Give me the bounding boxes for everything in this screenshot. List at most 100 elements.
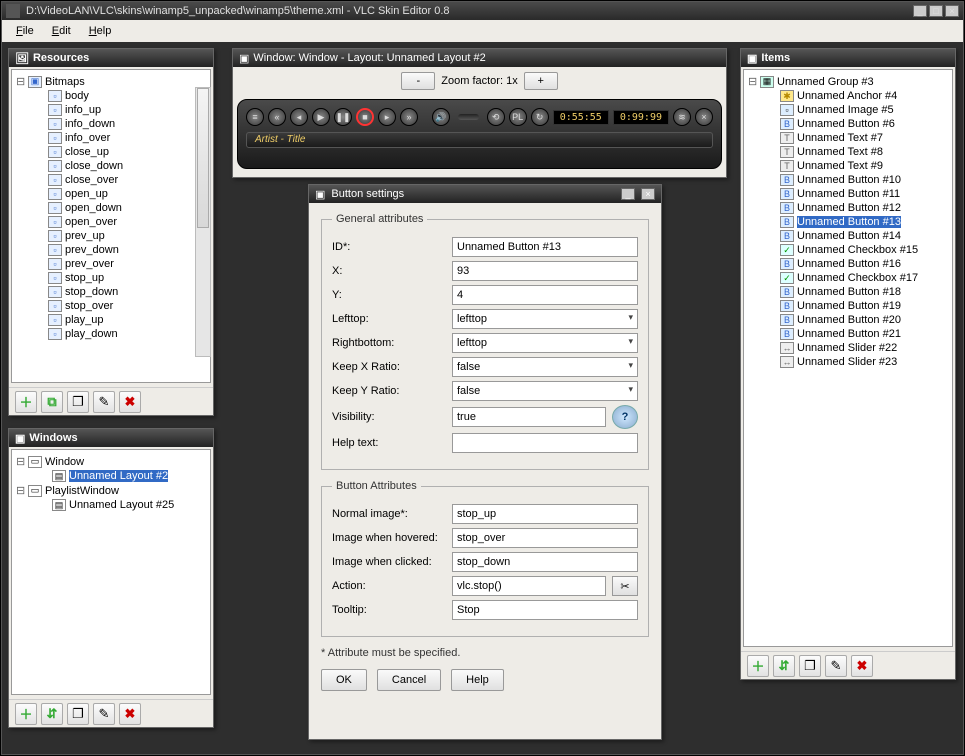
item-node[interactable]: BUnnamed Button #21 <box>748 327 948 341</box>
bitmap-item[interactable]: ▫info_up <box>16 103 206 117</box>
bitmap-item[interactable]: ▫close_down <box>16 159 206 173</box>
pause-icon[interactable]: ❚❚ <box>334 108 352 126</box>
rightbottom-select[interactable]: lefttop <box>452 333 638 353</box>
window-node[interactable]: ▭ Window <box>16 454 206 469</box>
ok-button[interactable]: OK <box>321 669 367 691</box>
layout-node[interactable]: ▤ Unnamed Layout #2 <box>16 469 206 483</box>
action-edit-button[interactable]: ✂ <box>612 576 638 596</box>
keepx-select[interactable]: false <box>452 357 638 377</box>
layout2-node[interactable]: ▤ Unnamed Layout #25 <box>16 498 206 512</box>
bitmap-item[interactable]: ▫play_down <box>16 327 206 341</box>
help-button[interactable]: Help <box>451 669 504 691</box>
menu-icon[interactable]: ≡ <box>246 108 264 126</box>
bitmap-item[interactable]: ▫open_up <box>16 187 206 201</box>
shuffle-icon[interactable]: ⟲ <box>487 108 505 126</box>
preview-title[interactable]: ▣ Window: Window - Layout: Unnamed Layou… <box>233 49 726 67</box>
item-node[interactable]: BUnnamed Button #19 <box>748 299 948 313</box>
bitmap-item[interactable]: ▫close_over <box>16 173 206 187</box>
zoom-in-button[interactable]: + <box>524 72 558 90</box>
item-node[interactable]: TUnnamed Text #8 <box>748 145 948 159</box>
item-node[interactable]: ▫Unnamed Image #5 <box>748 103 948 117</box>
id-input[interactable]: Unnamed Button #13 <box>452 237 638 257</box>
zoom-out-button[interactable]: - <box>401 72 435 90</box>
updown-button[interactable]: ⇵ <box>773 655 795 677</box>
normnormal-input[interactable]: stop_up <box>452 504 638 524</box>
click-input[interactable]: stop_down <box>452 552 638 572</box>
rew-icon[interactable]: « <box>268 108 286 126</box>
y-input[interactable]: 4 <box>452 285 638 305</box>
bitmap-item[interactable]: ▫body <box>16 89 206 103</box>
item-node[interactable]: ↔Unnamed Slider #22 <box>748 341 948 355</box>
add-button[interactable]: ＋ <box>15 391 37 413</box>
dlg-close-button[interactable]: × <box>641 188 655 200</box>
item-node[interactable]: BUnnamed Button #20 <box>748 313 948 327</box>
item-node[interactable]: BUnnamed Button #13 <box>748 215 948 229</box>
item-node[interactable]: BUnnamed Button #11 <box>748 187 948 201</box>
edit-button[interactable]: ✎ <box>93 391 115 413</box>
playlistwindow-node[interactable]: ▭ PlaylistWindow <box>16 483 206 498</box>
skin-preview[interactable]: ≡ « ◂ ▶ ❚❚ ■ ▸ » 🔊 ⟲ PL ↻ 0:55:55 0:99:9… <box>237 99 722 169</box>
item-node[interactable]: TUnnamed Text #7 <box>748 131 948 145</box>
bitmap-item[interactable]: ▫prev_up <box>16 229 206 243</box>
item-node[interactable]: BUnnamed Button #18 <box>748 285 948 299</box>
resources-tree[interactable]: ▣ Bitmaps ▫body▫info_up▫info_down▫info_o… <box>11 69 211 383</box>
copy-button[interactable]: ❐ <box>67 703 89 725</box>
group-root[interactable]: ▦ Unnamed Group #3 <box>748 74 948 89</box>
bitmap-item[interactable]: ▫open_down <box>16 201 206 215</box>
keepy-select[interactable]: false <box>452 381 638 401</box>
item-node[interactable]: BUnnamed Button #10 <box>748 173 948 187</box>
lefttop-select[interactable]: lefttop <box>452 309 638 329</box>
bitmap-item[interactable]: ▫prev_down <box>16 243 206 257</box>
vol-icon[interactable]: 🔊 <box>432 108 450 126</box>
close-skin-icon[interactable]: × <box>695 108 713 126</box>
tooltip-input[interactable]: Stop <box>452 600 638 620</box>
pl-icon[interactable]: PL <box>509 108 527 126</box>
bitmap-item[interactable]: ▫stop_over <box>16 299 206 313</box>
bitmap-item[interactable]: ▫prev_over <box>16 257 206 271</box>
bitmap-item[interactable]: ▫stop_down <box>16 285 206 299</box>
cancel-button[interactable]: Cancel <box>377 669 441 691</box>
ffwd-icon[interactable]: » <box>400 108 418 126</box>
add2-button[interactable]: ⧉ <box>41 391 63 413</box>
dlg-min-button[interactable]: _ <box>621 188 635 200</box>
bitmap-item[interactable]: ▫info_down <box>16 117 206 131</box>
item-node[interactable]: BUnnamed Button #12 <box>748 201 948 215</box>
menu-file[interactable]: File <box>8 23 42 39</box>
helptext-input[interactable] <box>452 433 638 453</box>
bitmap-item[interactable]: ▫close_up <box>16 145 206 159</box>
bitmap-item[interactable]: ▫play_up <box>16 313 206 327</box>
item-node[interactable]: ↔Unnamed Slider #23 <box>748 355 948 369</box>
item-node[interactable]: ✓Unnamed Checkbox #15 <box>748 243 948 257</box>
close-button[interactable]: × <box>945 5 959 17</box>
settings-titlebar[interactable]: ▣ Button settings _ × <box>309 185 661 203</box>
delete-button[interactable]: ✖ <box>119 391 141 413</box>
next-icon[interactable]: ▸ <box>378 108 396 126</box>
maximize-button[interactable]: □ <box>929 5 943 17</box>
item-node[interactable]: ✱Unnamed Anchor #4 <box>748 89 948 103</box>
item-node[interactable]: TUnnamed Text #9 <box>748 159 948 173</box>
titlebar[interactable]: D:\VideoLAN\VLC\skins\winamp5_unpacked\w… <box>2 2 963 20</box>
items-tree[interactable]: ▦ Unnamed Group #3 ✱Unnamed Anchor #4▫Un… <box>743 69 953 647</box>
menu-edit[interactable]: Edit <box>44 23 79 39</box>
eq-icon[interactable]: ≋ <box>673 108 691 126</box>
item-node[interactable]: BUnnamed Button #14 <box>748 229 948 243</box>
bitmaps-root[interactable]: ▣ Bitmaps <box>16 74 206 89</box>
edit-button[interactable]: ✎ <box>93 703 115 725</box>
add-button[interactable]: ＋ <box>747 655 769 677</box>
item-node[interactable]: BUnnamed Button #16 <box>748 257 948 271</box>
resources-title[interactable]: 🖼 Resources <box>9 49 213 67</box>
x-input[interactable]: 93 <box>452 261 638 281</box>
add-button[interactable]: ＋ <box>15 703 37 725</box>
hover-input[interactable]: stop_over <box>452 528 638 548</box>
stop-icon[interactable]: ■ <box>356 108 374 126</box>
windows-title[interactable]: ▣ Windows <box>9 429 213 447</box>
volume-slider[interactable] <box>458 114 479 120</box>
menu-help[interactable]: Help <box>81 23 120 39</box>
repeat-icon[interactable]: ↻ <box>531 108 549 126</box>
items-title[interactable]: ▣ Items <box>741 49 955 67</box>
bitmap-item[interactable]: ▫info_over <box>16 131 206 145</box>
edit-button[interactable]: ✎ <box>825 655 847 677</box>
vis-input[interactable]: true <box>452 407 606 427</box>
bitmap-item[interactable]: ▫stop_up <box>16 271 206 285</box>
resources-scrollbar[interactable] <box>195 87 211 357</box>
